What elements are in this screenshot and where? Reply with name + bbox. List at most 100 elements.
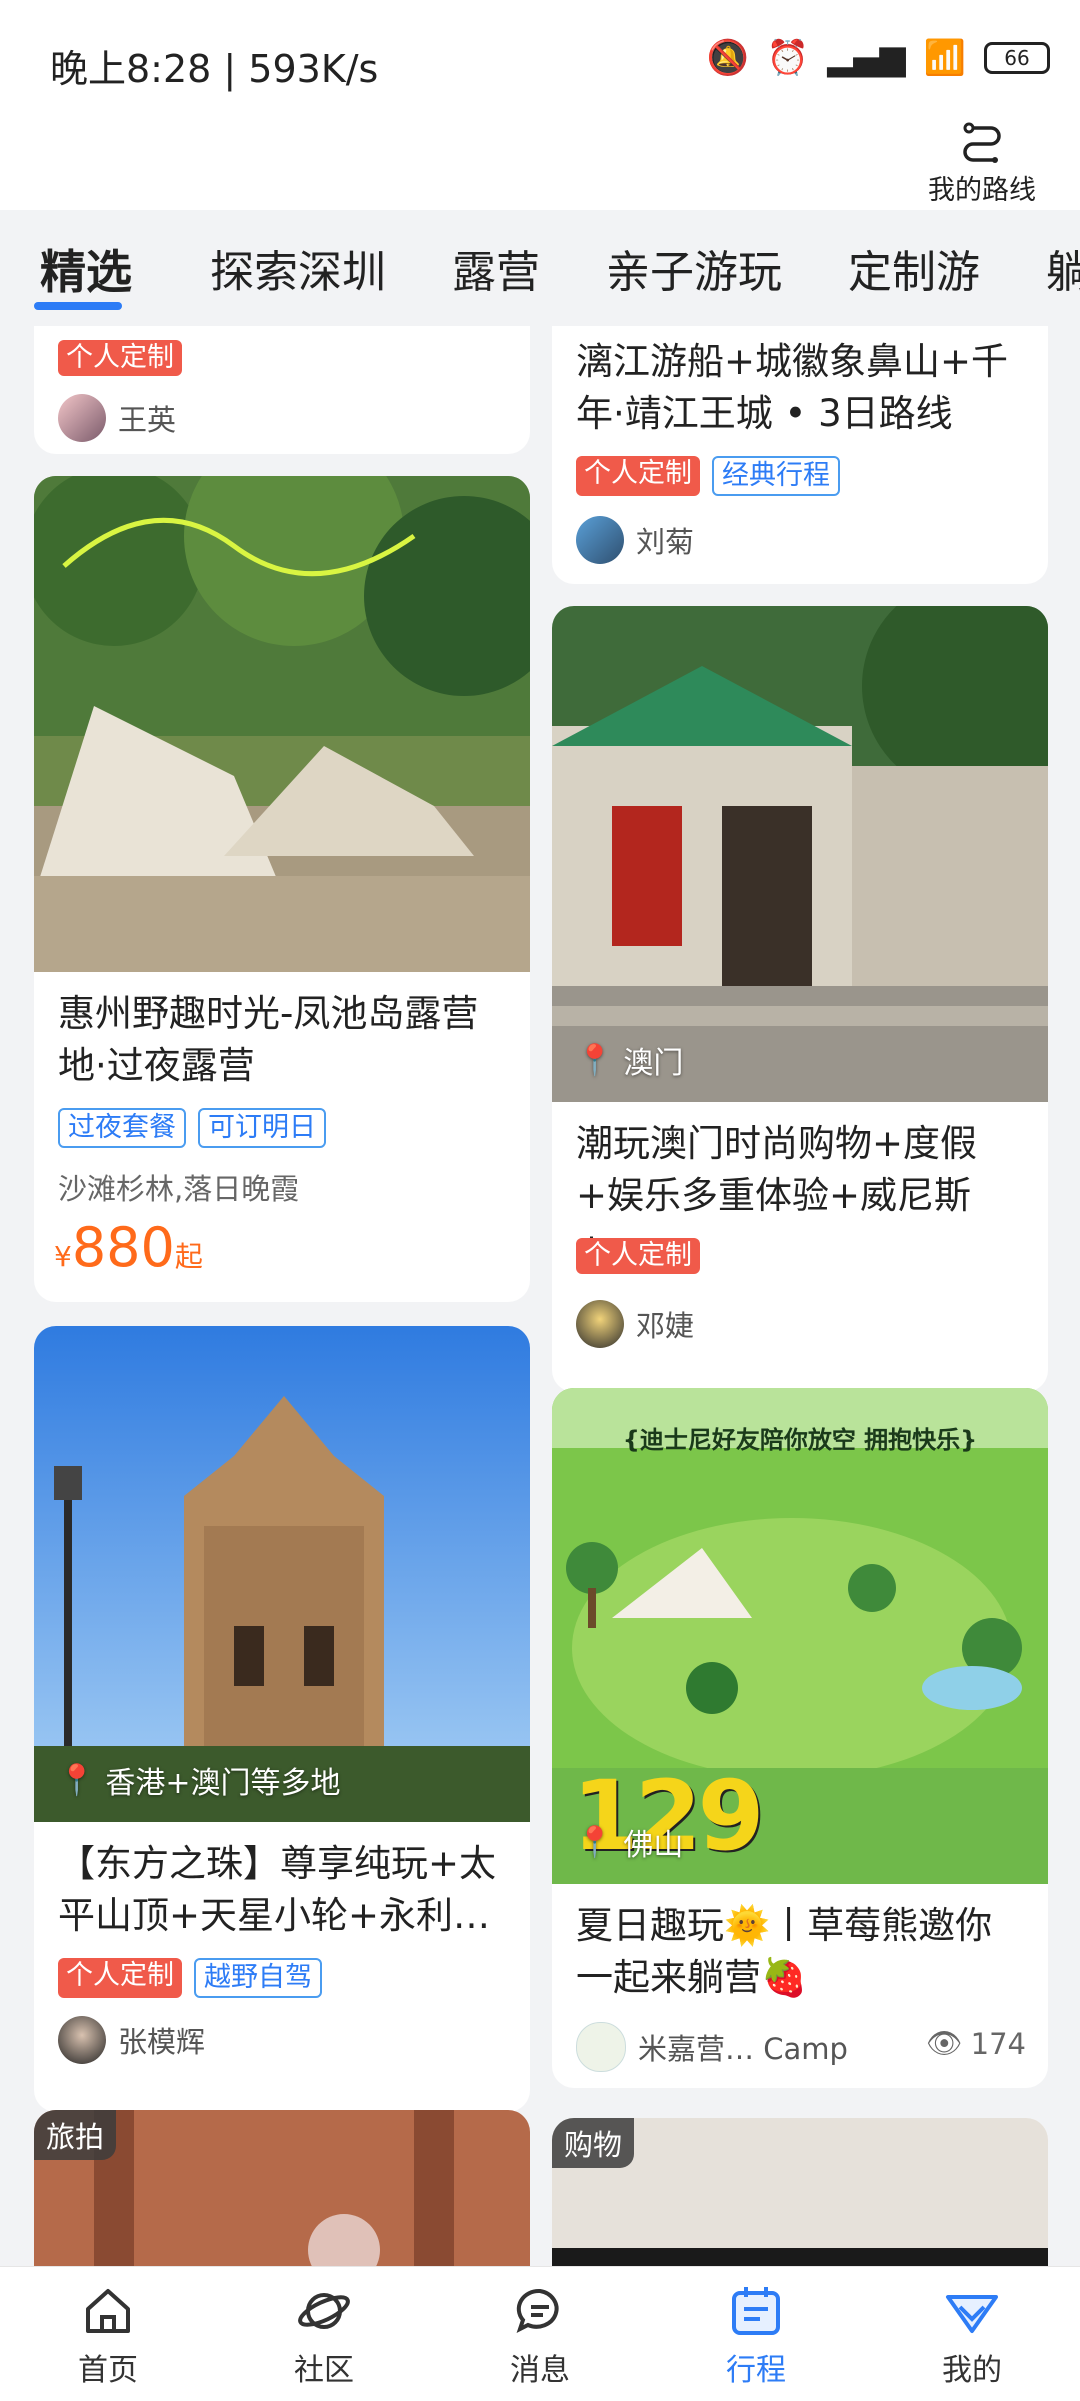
alarm-icon: ⏰ xyxy=(766,38,810,78)
poster-banner: {迪士尼好友陪你放空 拥抱快乐} xyxy=(622,1426,978,1454)
tab-custom-tour[interactable]: 定制游 xyxy=(848,236,980,300)
location-text: 香港+澳门等多地 xyxy=(105,1766,341,1801)
wifi-icon: 📶 xyxy=(923,38,966,78)
nav-label: 行程 xyxy=(726,2353,786,2388)
card-title: 漓江游船+城徽象鼻山+千年·靖江王城 • 3日路线 xyxy=(576,340,1009,435)
nav-label: 首页 xyxy=(78,2353,138,2388)
location-pin-icon: 📍 xyxy=(576,1824,614,1860)
tag-list: 个人定制 越野自驾 xyxy=(58,1958,322,1998)
status-time: 晚上8:28 | 593K/s xyxy=(50,47,379,91)
route-label: 我的路线 xyxy=(928,175,1036,206)
card-image xyxy=(34,1326,530,1822)
location-label: 📍 香港+澳门等多地 xyxy=(58,1758,341,1802)
home-icon xyxy=(86,2289,130,2333)
trip-card[interactable]: 📍 香港+澳门等多地 【东方之珠】尊享纯玩+太平山顶+天星小轮+永利… 个人定制… xyxy=(34,1326,530,2112)
tab-featured[interactable]: 精选 xyxy=(40,236,132,302)
nav-label: 消息 xyxy=(510,2353,570,2388)
category-badge: 旅拍 xyxy=(34,2110,117,2160)
calendar-icon xyxy=(732,2287,780,2335)
author-name: 刘菊 xyxy=(636,525,695,559)
location-pin-icon: 📍 xyxy=(576,1042,614,1078)
author: 王英 xyxy=(58,394,176,442)
author-name: 王英 xyxy=(118,403,177,437)
author: 刘菊 xyxy=(576,516,694,564)
active-tab-indicator xyxy=(34,302,122,310)
nav-community[interactable]: 社区 xyxy=(254,2283,394,2389)
author: 张模辉 xyxy=(58,2016,205,2064)
nav-label: 我的 xyxy=(942,2353,1002,2388)
nav-label: 社区 xyxy=(294,2353,354,2388)
price: ¥880起 xyxy=(54,1216,203,1279)
nav-me[interactable]: 我的 xyxy=(902,2283,1042,2389)
tab-explore-shenzhen[interactable]: 探索深圳 xyxy=(210,236,386,300)
price-symbol: ¥ xyxy=(54,1240,72,1273)
nav-itinerary[interactable]: 行程 xyxy=(686,2283,826,2389)
camping-photo xyxy=(34,476,530,972)
bottom-nav: 首页 社区 消息 行程 我的 xyxy=(0,2266,1080,2401)
avatar xyxy=(576,1300,624,1348)
author-name: 张模辉 xyxy=(118,2025,206,2059)
tag-custom: 个人定制 xyxy=(576,1238,700,1274)
tag-list: 过夜套餐 可订明日 xyxy=(58,1108,326,1148)
my-route-button[interactable]: 我的路线 xyxy=(922,118,1042,207)
category-badge: 购物 xyxy=(552,2118,635,2168)
chat-icon xyxy=(516,2288,559,2333)
trip-card[interactable]: 购物 xyxy=(552,2118,1048,2266)
avatar xyxy=(58,394,106,442)
tab-camping[interactable]: 露营 xyxy=(452,236,540,300)
avatar xyxy=(58,2016,106,2064)
category-tabs: 精选 探索深圳 露营 亲子游玩 定制游 躺 xyxy=(0,210,1080,326)
location-text: 佛山 xyxy=(623,1828,684,1863)
status-icons: 🔕 ⏰ ▂▄▆ 📶 66 xyxy=(707,38,1050,78)
avatar xyxy=(576,516,624,564)
route-icon xyxy=(963,122,1001,163)
location-text: 澳门 xyxy=(623,1046,684,1081)
tag-overnight: 过夜套餐 xyxy=(58,1108,186,1148)
mute-icon: 🔕 xyxy=(706,38,749,78)
location-label: 📍 澳门 xyxy=(576,1038,683,1082)
view-count-value: 174 xyxy=(970,2026,1026,2061)
trip-card[interactable]: 惠州野趣时光-凤池岛露营地·过夜露营 过夜套餐 可订明日 沙滩杉林,落日晚霞 ¥… xyxy=(34,476,530,1302)
price-suffix: 起 xyxy=(174,1240,203,1273)
tag-list: 个人定制 经典行程 xyxy=(576,456,840,496)
trip-card[interactable]: {迪士尼好友陪你放空 拥抱快乐} 129 📍 佛山 夏日趣玩🌞丨草莓熊邀你一起来… xyxy=(552,1388,1048,2088)
tag-offroad: 越野自驾 xyxy=(194,1958,322,1998)
location-label: 📍 佛山 xyxy=(576,1820,683,1864)
tag-book-tomorrow: 可订明日 xyxy=(198,1108,326,1148)
feed: 个人定制 王英 漓江游船+城徽象鼻山+千年·靖江王城 • 3日路线 个人定制 经… xyxy=(0,326,1080,2266)
author: 邓婕 xyxy=(576,1300,694,1348)
tag-custom: 个人定制 xyxy=(58,340,182,376)
author: 米嘉营… Camp xyxy=(576,2022,848,2072)
card-subtitle: 沙滩杉林,落日晚霞 xyxy=(58,1172,300,1206)
trip-card[interactable]: 漓江游船+城徽象鼻山+千年·靖江王城 • 3日路线 个人定制 经典行程 刘菊 xyxy=(552,326,1048,584)
ruins-photo xyxy=(34,1326,530,1822)
trip-card[interactable]: 旅拍 xyxy=(34,2110,530,2266)
nav-messages[interactable]: 消息 xyxy=(470,2283,610,2389)
trip-card[interactable]: 📍 澳门 潮玩澳门时尚购物+度假+娱乐多重体验+威尼斯+… 个人定制 邓婕 xyxy=(552,606,1048,1392)
top-header: 我的路线 xyxy=(0,110,1080,210)
card-title: 惠州野趣时光-凤池岛露营地·过夜露营 xyxy=(58,992,479,1087)
card-image xyxy=(34,476,530,972)
card-title: 夏日趣玩🌞丨草莓熊邀你一起来躺营🍓 xyxy=(576,1904,993,1999)
status-bar: 晚上8:28 | 593K/s 🔕 ⏰ ▂▄▆ 📶 66 xyxy=(0,0,1080,110)
tag-custom: 个人定制 xyxy=(576,456,700,496)
card-title: 【东方之珠】尊享纯玩+太平山顶+天星小轮+永利… xyxy=(58,1842,497,1937)
price-value: 880 xyxy=(71,1216,175,1279)
tag-list: 个人定制 xyxy=(576,1238,700,1274)
tag-classic: 经典行程 xyxy=(712,456,840,496)
temple-photo xyxy=(552,606,1048,1102)
card-image xyxy=(552,606,1048,1102)
camp-logo-icon xyxy=(576,2022,626,2072)
author-name: 米嘉营… Camp xyxy=(638,2032,848,2066)
planet-icon xyxy=(298,2293,350,2329)
trip-card[interactable]: 个人定制 王英 xyxy=(34,326,530,454)
author-name: 邓婕 xyxy=(636,1309,695,1343)
battery-icon: 66 xyxy=(984,42,1050,74)
tag-list: 个人定制 xyxy=(58,340,182,376)
signal-icon: ▂▄▆ xyxy=(827,38,906,78)
tag-custom: 个人定制 xyxy=(58,1958,182,1998)
nav-home[interactable]: 首页 xyxy=(38,2283,178,2389)
tab-family[interactable]: 亲子游玩 xyxy=(606,236,782,300)
view-count: 👁 174 xyxy=(926,2026,1026,2061)
tab-lying-camp[interactable]: 躺 xyxy=(1046,236,1080,300)
